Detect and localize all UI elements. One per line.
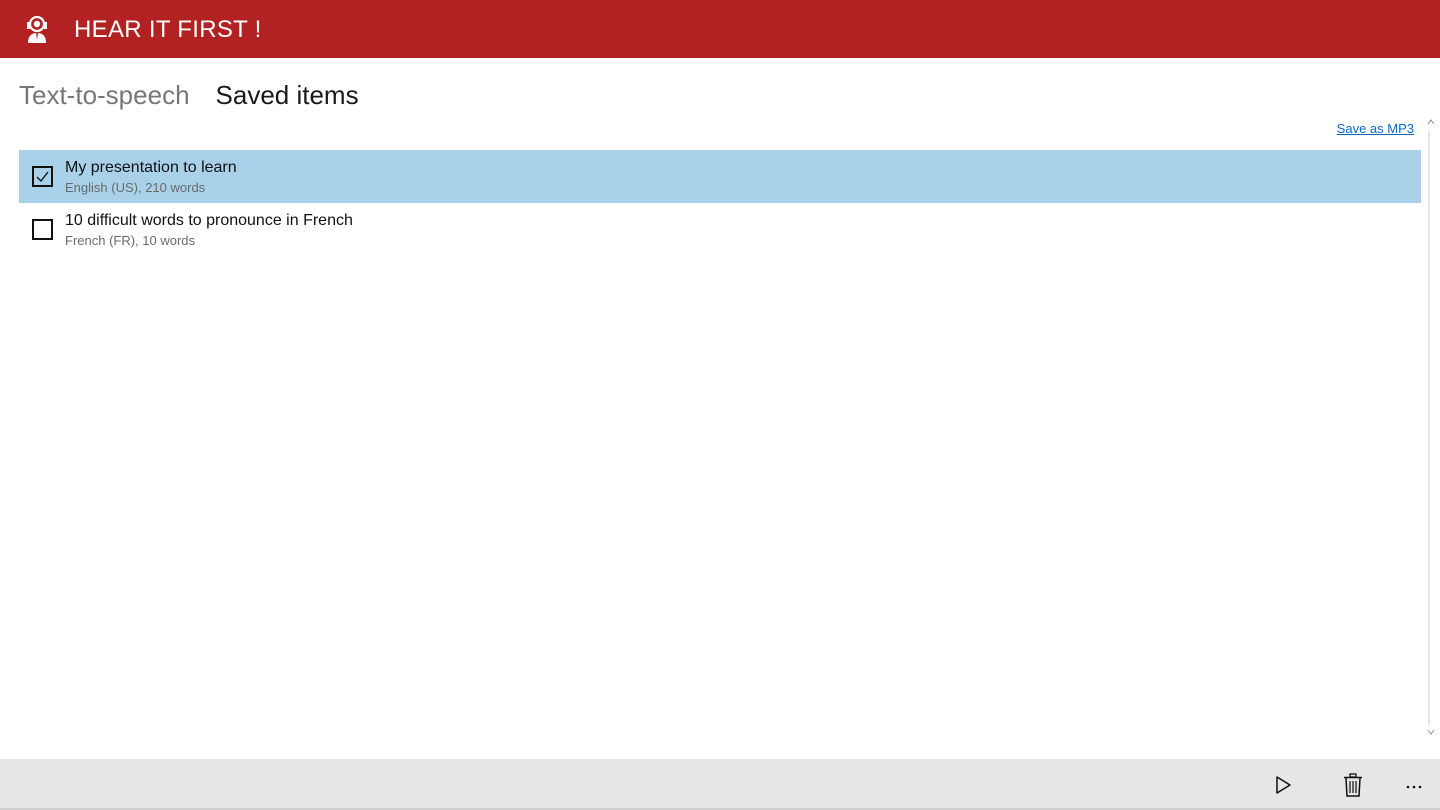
item-title: My presentation to learn [65,159,237,176]
checkmark-icon [36,171,49,183]
more-button[interactable] [1400,771,1430,799]
item-subtitle: English (US), 210 words [65,180,206,195]
headset-user-icon [22,13,52,45]
play-icon [1276,776,1291,794]
bottom-app-bar [0,759,1440,810]
item-checkbox[interactable] [32,219,53,240]
item-subtitle: French (FR), 10 words [65,233,196,248]
more-icon [1406,785,1422,789]
save-as-mp3-link[interactable]: Save as MP3 [1337,121,1414,136]
vertical-scrollbar[interactable] [1425,117,1437,739]
scroll-down-icon[interactable] [1426,727,1436,737]
delete-button[interactable] [1338,771,1368,799]
app-title: HEAR IT FIRST ! [74,16,262,43]
tab-bar: Text-to-speech Saved items [19,78,359,112]
title-bar: HEAR IT FIRST ! [0,0,1440,58]
scroll-up-icon[interactable] [1426,117,1436,127]
scroll-track[interactable] [1428,131,1430,725]
tab-saved-items[interactable]: Saved items [216,78,359,112]
saved-items-list: My presentation to learn English (US), 2… [19,150,1421,256]
play-button[interactable] [1268,771,1298,799]
tab-text-to-speech[interactable]: Text-to-speech [19,78,190,112]
list-item[interactable]: 10 difficult words to pronounce in Frenc… [19,203,1421,256]
trash-icon [1344,773,1362,797]
item-checkbox[interactable] [32,166,53,187]
list-item[interactable]: My presentation to learn English (US), 2… [19,150,1421,203]
item-title: 10 difficult words to pronounce in Frenc… [65,212,353,229]
